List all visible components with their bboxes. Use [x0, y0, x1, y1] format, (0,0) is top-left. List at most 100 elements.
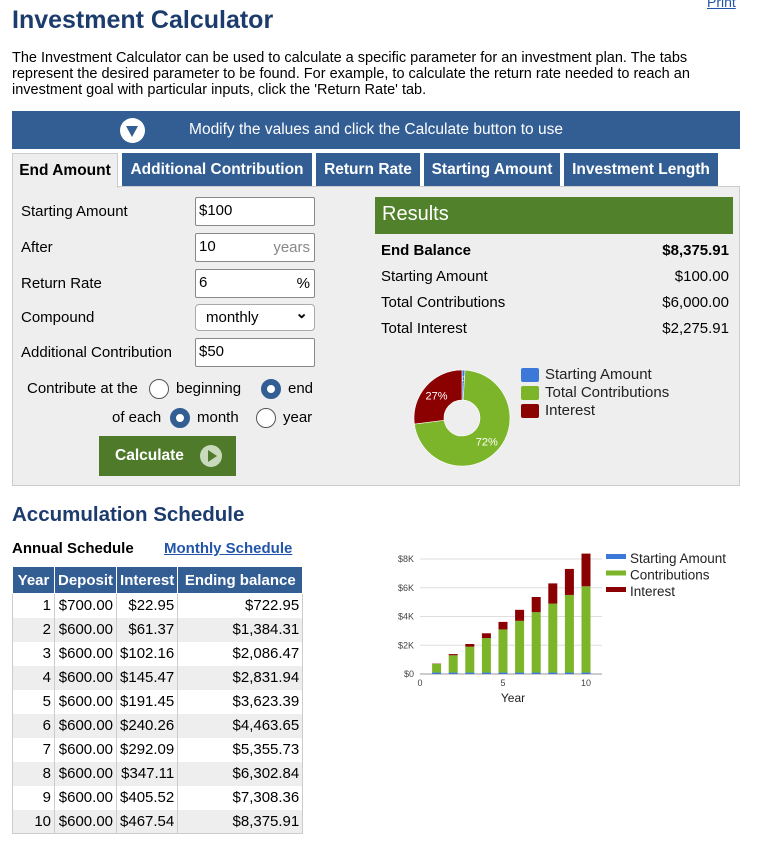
table-cell: $8,375.91 — [177, 809, 303, 834]
result-row: End Balance $8,375.91 — [381, 242, 729, 259]
table-cell: $2,831.94 — [177, 665, 303, 690]
end-radio[interactable] — [261, 379, 281, 399]
year-radio[interactable] — [256, 408, 276, 428]
monthly-schedule-link[interactable]: Monthly Schedule — [164, 540, 292, 557]
beginning-radio[interactable] — [149, 379, 169, 399]
end-label: end — [288, 380, 314, 397]
starting-amount-input[interactable]: $100 — [195, 197, 315, 226]
print-link[interactable]: Print — [707, 0, 736, 10]
table-cell: $600.00 — [53, 785, 117, 810]
table-cell: $347.11 — [116, 761, 178, 786]
table-cell: $240.26 — [116, 713, 178, 738]
bar-segment — [432, 672, 442, 674]
results-title: Results — [375, 197, 733, 234]
tab-investment-length[interactable]: Investment Length — [564, 153, 718, 187]
table-cell: 2 — [12, 617, 55, 642]
additional-contribution-input[interactable]: $50 — [195, 338, 315, 367]
y-tick-label: $6K — [398, 583, 414, 593]
table-cell: $7,308.36 — [177, 785, 303, 810]
x-tick-label: 5 — [500, 678, 505, 688]
pie-slice-label: 27% — [425, 391, 447, 403]
table-cell: $2,086.47 — [177, 641, 303, 666]
x-tick-label: 0 — [417, 678, 422, 688]
result-label: Total Contributions — [381, 294, 506, 311]
return-rate-label: Return Rate — [21, 275, 102, 292]
bar-segment — [564, 568, 574, 595]
bar-segment — [481, 633, 491, 639]
calculate-label: Calculate — [115, 447, 184, 464]
annual-schedule-tab[interactable]: Annual Schedule — [12, 540, 134, 557]
table-row: 5 $600.00 $191.45 $3,623.39 — [12, 689, 303, 714]
table-cell: $3,623.39 — [177, 689, 303, 714]
legend-label: Total Contributions — [545, 384, 670, 401]
bar-segment — [498, 672, 508, 674]
result-value: $8,375.91 — [662, 242, 729, 259]
legend-swatch — [606, 554, 626, 559]
table-row: 9 $600.00 $405.52 $7,308.36 — [12, 785, 303, 810]
legend-label: Interest — [630, 584, 675, 599]
x-tick-label: 10 — [581, 678, 591, 688]
schedule-bar-chart: $0 $2K $4K $6K $8K 0 5 10 Year Starting Amount Con… — [398, 551, 726, 705]
result-row: Total Interest $2,275.91 — [381, 320, 729, 337]
after-value: 10 — [199, 238, 216, 255]
compound-select[interactable]: monthly — [195, 304, 315, 331]
column-header: Ending balance — [177, 566, 304, 594]
beginning-label: beginning — [176, 380, 242, 397]
result-row: Starting Amount $100.00 — [381, 268, 729, 285]
bar-segment — [548, 583, 558, 604]
table-row: 8 $600.00 $347.11 $6,302.84 — [12, 761, 303, 786]
table-cell: $600.00 — [53, 761, 117, 786]
calculate-button[interactable]: Calculate — [99, 436, 236, 476]
table-cell: $600.00 — [53, 713, 117, 738]
table-cell: 1 — [12, 593, 55, 618]
result-label: Starting Amount — [381, 268, 488, 285]
bar-segment — [548, 672, 558, 674]
bar-segment — [465, 672, 475, 674]
tab-additional-contribution[interactable]: Additional Contribution — [122, 153, 312, 187]
bar-segment — [515, 672, 525, 674]
bar-segment — [581, 672, 591, 674]
legend-label: Contributions — [630, 568, 710, 583]
bar-segment — [564, 672, 574, 674]
compound-label: Compound — [21, 309, 95, 326]
table-cell: 5 — [12, 689, 55, 714]
banner-text: Modify the values and click the Calculat… — [189, 121, 563, 138]
table-cell: 3 — [12, 641, 55, 666]
y-tick-label: $0 — [404, 669, 414, 679]
results-donut-chart: 1%72%27% — [413, 369, 511, 467]
bar-segment — [581, 553, 591, 587]
legend-swatch — [521, 385, 539, 400]
return-rate-input[interactable]: 6% — [195, 269, 315, 298]
percent-unit: % — [296, 275, 310, 292]
table-cell: $600.00 — [53, 641, 117, 666]
chevron-down-icon[interactable] — [120, 118, 145, 143]
play-icon — [200, 445, 222, 467]
table-cell: 9 — [12, 785, 55, 810]
legend-label: Starting Amount — [545, 366, 652, 383]
contribute-at-label: Contribute at the — [27, 380, 138, 397]
bar-segment — [581, 586, 591, 673]
bar-segment — [448, 655, 458, 673]
table-cell: 10 — [12, 809, 55, 834]
month-radio[interactable] — [170, 408, 190, 428]
table-cell: $600.00 — [53, 689, 117, 714]
additional-contribution-label: Additional Contribution — [21, 344, 172, 361]
instructions-banner[interactable]: Modify the values and click the Calculat… — [12, 111, 740, 149]
after-input[interactable]: 10 years — [195, 233, 315, 262]
y-tick-label: $4K — [398, 612, 414, 622]
tab-end-amount[interactable]: End Amount — [12, 153, 118, 188]
of-each-label: of each — [112, 409, 162, 426]
table-cell: $4,463.65 — [177, 713, 303, 738]
pie-legend-item: Starting Amount — [521, 366, 652, 383]
tab-starting-amount[interactable]: Starting Amount — [424, 153, 560, 187]
result-value: $6,000.00 — [662, 294, 729, 311]
table-cell: $600.00 — [53, 617, 117, 642]
tab-return-rate[interactable]: Return Rate — [316, 153, 420, 187]
pie-slice-label: 72% — [476, 436, 498, 448]
bar-segment — [548, 603, 558, 673]
table-cell: $61.37 — [116, 617, 178, 642]
y-tick-label: $2K — [398, 640, 414, 650]
year-label: year — [283, 409, 313, 426]
bar-segment — [432, 663, 442, 673]
bar-segment — [498, 621, 508, 630]
